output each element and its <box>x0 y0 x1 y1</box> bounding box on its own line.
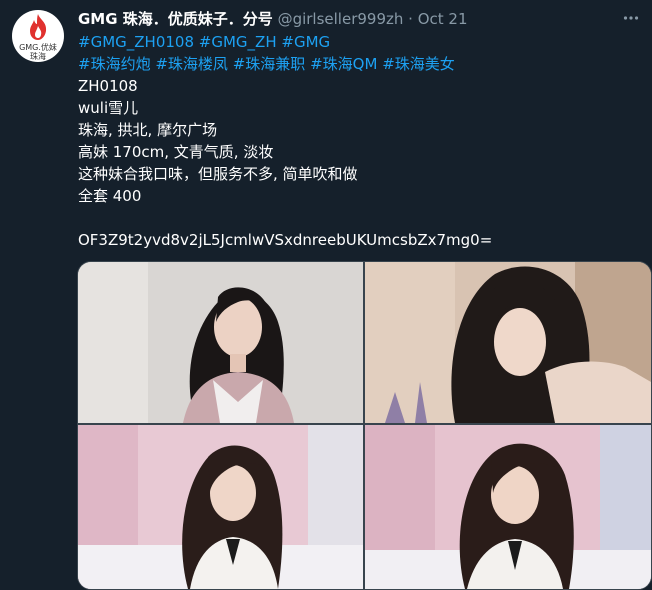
more-dots-icon <box>623 16 639 20</box>
tweet-header: GMG 珠海．优质妹子．分号 @girlseller999zh · Oct 21 <box>78 9 622 29</box>
text-line: 珠海, 拱北, 摩尔广场 <box>78 121 218 139</box>
media-grid <box>77 261 652 590</box>
hashtag[interactable]: #珠海QM <box>310 55 377 73</box>
avatar-text-line2: 珠海 <box>30 51 46 61</box>
media-photo-2[interactable] <box>365 262 651 423</box>
handle[interactable]: @girlseller999zh <box>278 10 404 28</box>
hashtag[interactable]: #珠海约炮 <box>78 55 151 73</box>
media-photo-1[interactable] <box>78 262 363 423</box>
avatar-text-line1: GMG.优妹 <box>19 42 57 52</box>
hashtag[interactable]: #GMG_ZH <box>199 33 277 51</box>
hashtag[interactable]: #珠海楼凤 <box>155 55 228 73</box>
hashtag[interactable]: #GMG <box>281 33 330 51</box>
display-name[interactable]: GMG 珠海．优质妹子．分号 <box>78 10 273 28</box>
hashtag[interactable]: #珠海兼职 <box>233 55 306 73</box>
separator: · <box>408 10 413 28</box>
more-options-button[interactable] <box>622 9 640 27</box>
code-line: OF3Z9t2yvd8v2jL5JcmlwVSxdnreebUKUmcsbZx7… <box>78 231 493 249</box>
flame-icon <box>30 13 47 40</box>
tweet-text: #GMG_ZH0108 #GMG_ZH #GMG #珠海约炮 #珠海楼凤 #珠海… <box>78 31 638 251</box>
avatar-text: GMG.优妹 珠海 <box>19 43 57 61</box>
hashtag[interactable]: #GMG_ZH0108 <box>78 33 194 51</box>
media-photo-4[interactable] <box>365 425 651 589</box>
timestamp[interactable]: Oct 21 <box>418 10 468 28</box>
hashtag-line-2: #珠海约炮 #珠海楼凤 #珠海兼职 #珠海QM #珠海美女 <box>78 53 638 75</box>
text-line: 高妹 170cm, 文青气质, 淡妆 <box>78 143 274 161</box>
text-line: wuli雪儿 <box>78 99 139 117</box>
hashtag-line-1: #GMG_ZH0108 #GMG_ZH #GMG <box>78 31 638 53</box>
text-line: 这种妹合我口味，但服务不多, 简单吹和做 <box>78 165 358 183</box>
text-line: ZH0108 <box>78 77 138 95</box>
hashtag[interactable]: #珠海美女 <box>382 55 455 73</box>
text-line: 全套 400 <box>78 187 142 205</box>
avatar[interactable]: GMG.优妹 珠海 <box>12 10 64 62</box>
media-photo-3[interactable] <box>78 425 363 589</box>
